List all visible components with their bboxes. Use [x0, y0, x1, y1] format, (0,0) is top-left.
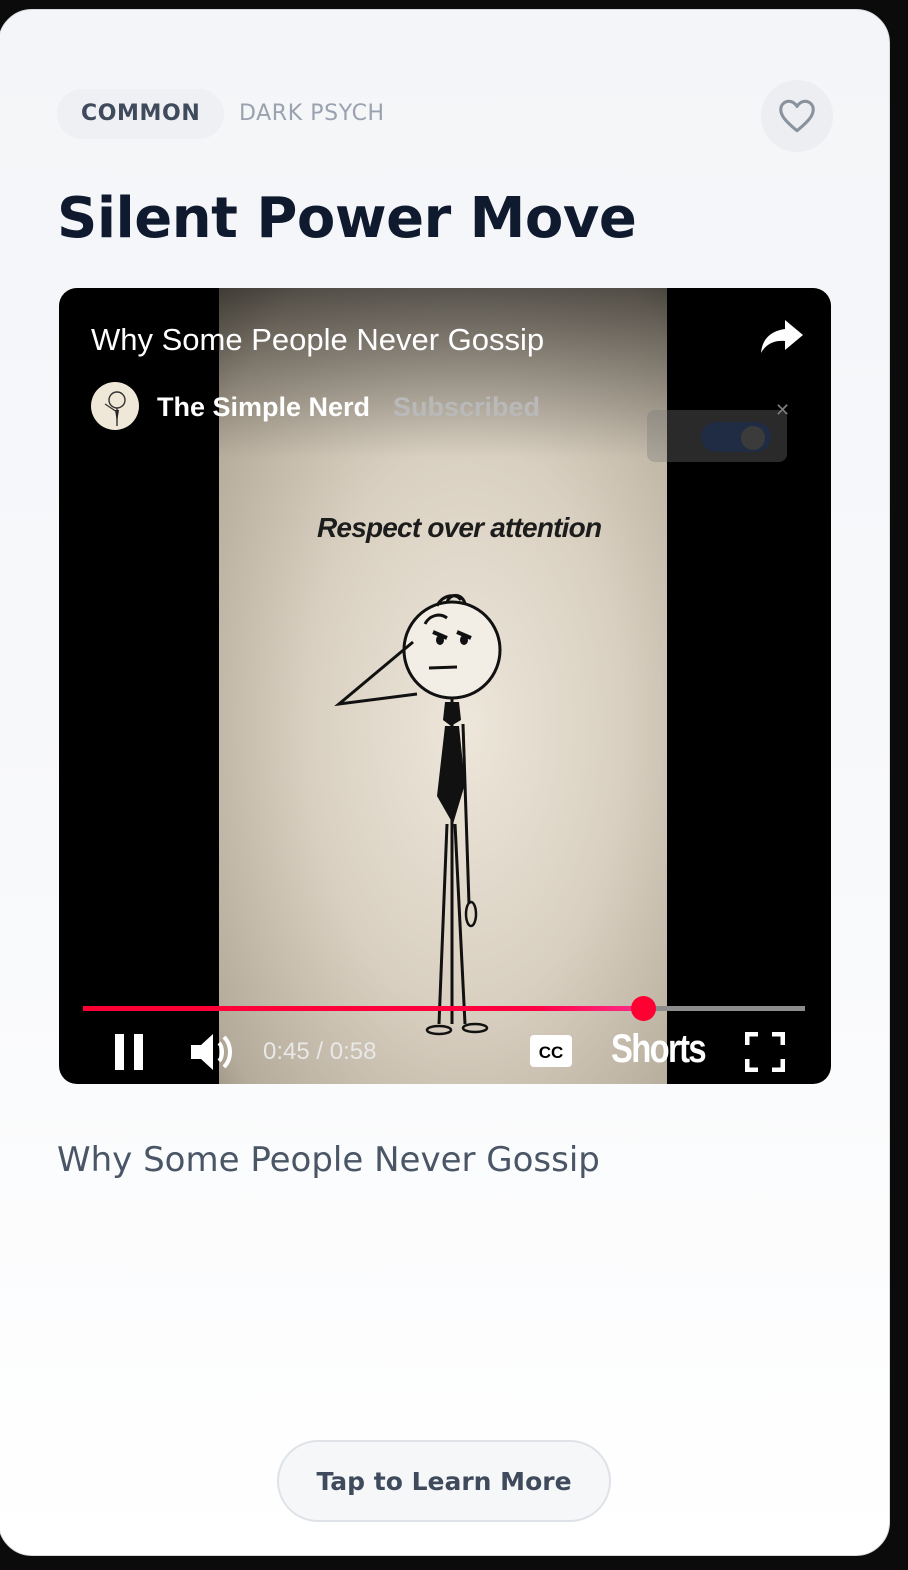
subscribed-button[interactable]: Subscribed [393, 392, 540, 423]
heart-outline-icon [779, 99, 815, 133]
favorite-button[interactable] [761, 80, 833, 152]
toggle-knob [741, 426, 765, 450]
fullscreen-icon[interactable] [745, 1032, 785, 1072]
channel-avatar[interactable] [91, 382, 139, 430]
time-display: 0:45 / 0:58 [263, 1038, 377, 1065]
pause-icon[interactable] [111, 1032, 147, 1072]
tag-common[interactable]: COMMON [57, 89, 225, 139]
channel-name[interactable]: The Simple Nerd [157, 392, 370, 423]
volume-icon[interactable] [187, 1030, 235, 1074]
video-overlay-text: Respect over attention [317, 512, 602, 543]
share-icon[interactable] [759, 316, 805, 356]
shorts-logo[interactable]: Shorts [611, 1027, 707, 1072]
video-title[interactable]: Why Some People Never Gossip [91, 322, 544, 358]
tag-dark-psych[interactable]: DARK PSYCH [239, 89, 385, 139]
progress-fill [83, 1006, 644, 1011]
stickman-illustration [334, 594, 502, 1036]
content-card: COMMON DARK PSYCH Silent Power Move Why … [0, 9, 890, 1556]
close-icon[interactable]: ✕ [775, 400, 790, 421]
avatar-stickman-icon [104, 391, 126, 426]
video-caption: Why Some People Never Gossip [57, 1140, 600, 1180]
learn-more-button[interactable]: Tap to Learn More [277, 1440, 611, 1522]
svg-text:CC: CC [539, 1043, 564, 1062]
cc-icon[interactable]: CC [529, 1034, 573, 1068]
card-title: Silent Power Move [57, 186, 637, 251]
progress-bar[interactable] [83, 996, 805, 1021]
autoplay-toggle[interactable] [647, 410, 787, 462]
learn-more-label: Tap to Learn More [316, 1466, 572, 1496]
video-player[interactable]: Why Some People Never Gossip The Simple … [59, 288, 831, 1084]
